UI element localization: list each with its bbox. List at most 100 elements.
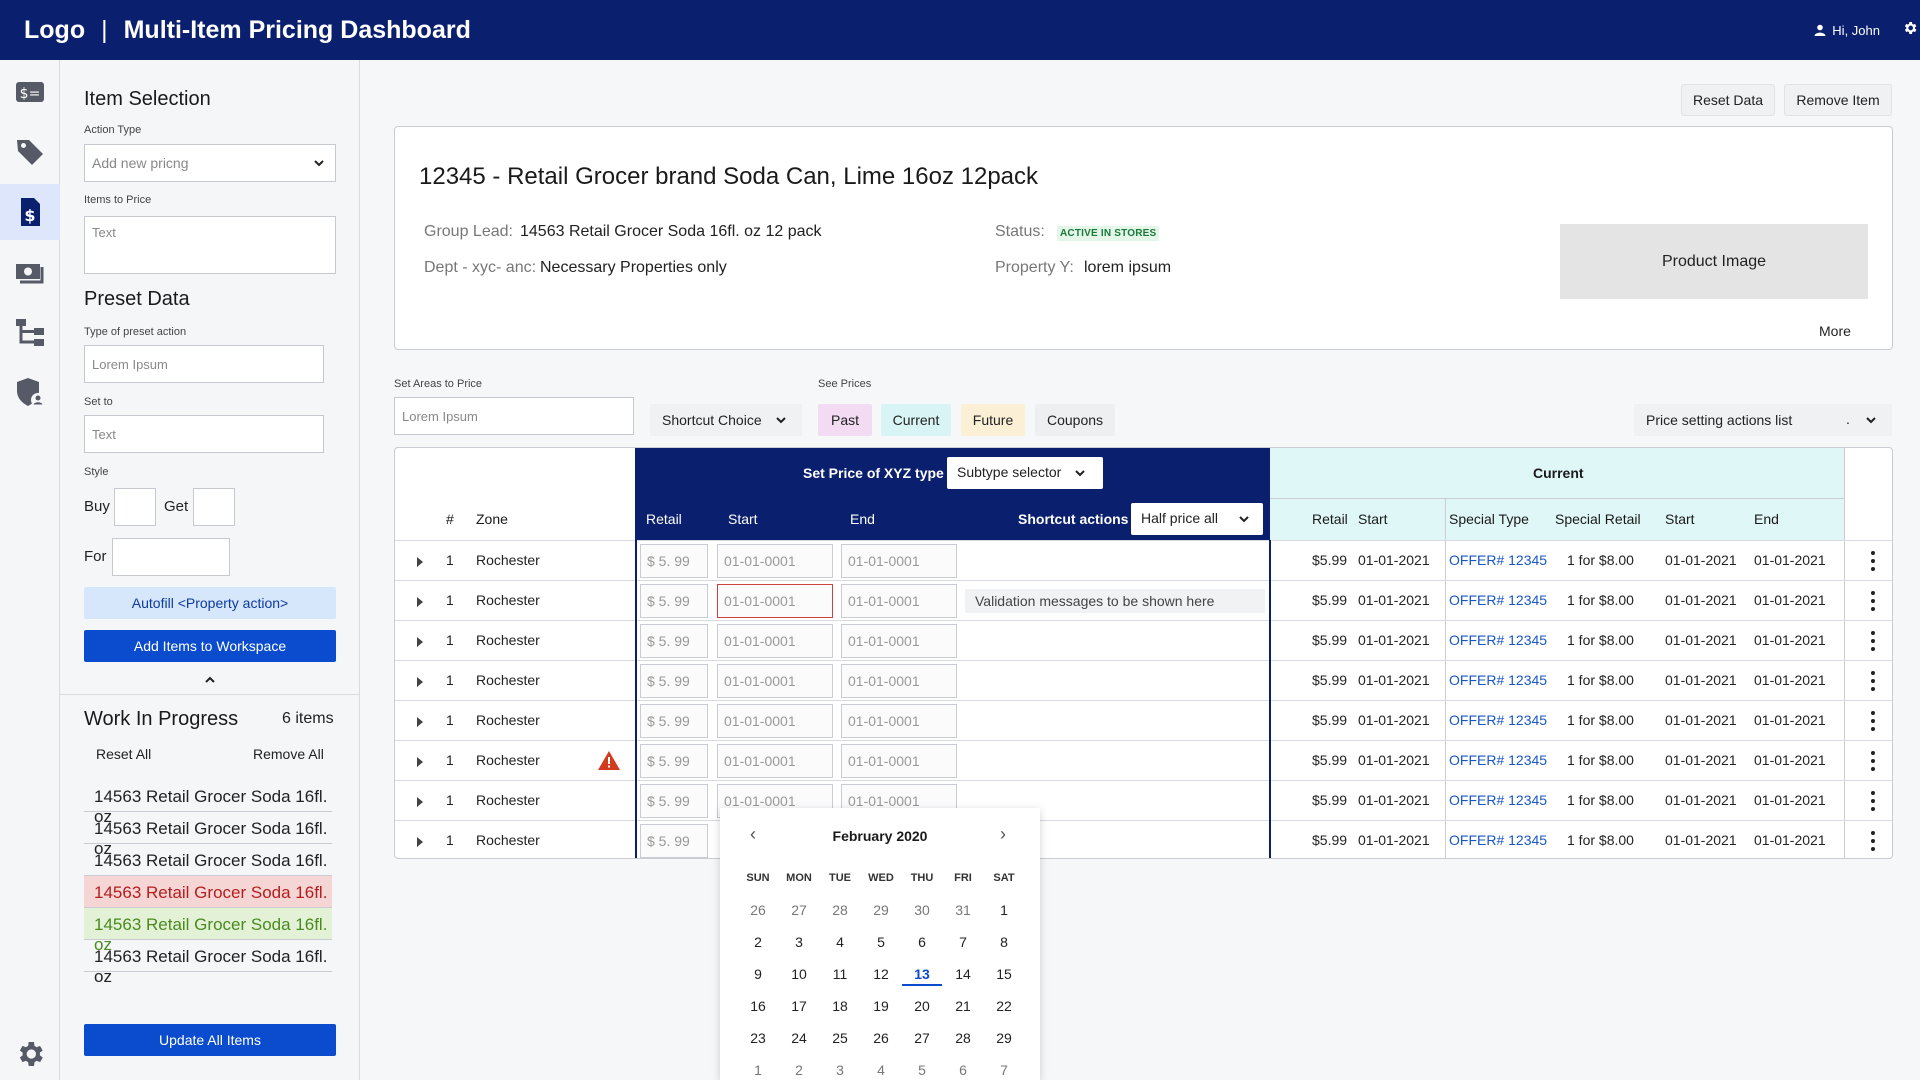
expand-icon[interactable] [417,837,423,847]
end-input[interactable]: 01-01-0001 [841,664,957,698]
retail-input[interactable]: $ 5. 99 [640,704,708,738]
offer-link[interactable]: OFFER# 12345 [1449,832,1547,848]
nav-pricing[interactable]: $ [0,184,60,240]
start-input[interactable]: 01-01-0001 [717,664,833,698]
calendar-day-today[interactable]: 13 [902,966,942,986]
expand-icon[interactable] [417,677,423,687]
kebab-menu-icon[interactable] [1871,631,1875,651]
items-to-price-input[interactable]: Text [84,216,336,274]
calendar-day[interactable]: 4 [861,1062,901,1078]
end-input[interactable]: 01-01-0001 [841,744,957,778]
offer-link[interactable]: OFFER# 12345 [1449,672,1547,688]
wip-item[interactable]: 14563 Retail Grocer Soda 16fl. oz [84,940,332,986]
wip-item[interactable]: 14563 Retail Grocer Soda 16fl. oz [84,780,332,826]
calendar-day[interactable]: 30 [902,902,942,918]
calendar-day[interactable]: 3 [820,1062,860,1078]
calendar-day[interactable]: 26 [738,902,778,918]
expand-icon[interactable] [417,557,423,567]
calendar-day[interactable]: 29 [984,1030,1024,1046]
more-link[interactable]: More [1819,323,1851,339]
offer-link[interactable]: OFFER# 12345 [1449,792,1547,808]
nav-settings[interactable] [0,1026,60,1080]
app-logo[interactable]: Logo [24,16,85,45]
start-input-error[interactable]: 01-01-0001 [717,584,833,618]
nav-hierarchy[interactable] [0,304,60,360]
calendar-day[interactable]: 5 [902,1062,942,1078]
start-input[interactable]: 01-01-0001 [717,544,833,578]
chevron-up-icon[interactable] [205,676,215,684]
preset-type-input[interactable]: Lorem Ipsum [84,345,324,383]
calendar-day[interactable]: 27 [902,1030,942,1046]
calendar-day[interactable]: 5 [861,934,901,950]
expand-icon[interactable] [417,637,423,647]
calendar-day[interactable]: 16 [738,998,778,1014]
start-input[interactable]: 01-01-0001 [717,704,833,738]
calendar-day[interactable]: 2 [738,934,778,950]
calendar-day[interactable]: 1 [984,902,1024,918]
expand-icon[interactable] [417,757,423,767]
chip-future[interactable]: Future [961,404,1025,436]
retail-input[interactable]: $ 5. 99 [640,544,708,578]
start-input[interactable]: 01-01-0001 [717,624,833,658]
calendar-day[interactable]: 28 [820,902,860,918]
calendar-day[interactable]: 3 [779,934,819,950]
end-input[interactable]: 01-01-0001 [841,704,957,738]
offer-link[interactable]: OFFER# 12345 [1449,552,1547,568]
kebab-menu-icon[interactable] [1871,791,1875,811]
nav-cash[interactable]: $= [0,64,60,120]
expand-icon[interactable] [417,797,423,807]
calendar-day[interactable]: 22 [984,998,1024,1014]
calendar-day[interactable]: 23 [738,1030,778,1046]
for-input[interactable] [112,538,230,576]
autofill-button[interactable]: Autofill <Property action> [84,587,336,619]
calendar-day[interactable]: 17 [779,998,819,1014]
calendar-day[interactable]: 4 [820,934,860,950]
remove-item-button[interactable]: Remove Item [1784,84,1892,116]
chip-past[interactable]: Past [818,404,872,436]
action-type-select[interactable]: Add new pricng [84,144,336,182]
retail-input[interactable]: $ 5. 99 [640,664,708,698]
calendar-day[interactable]: 20 [902,998,942,1014]
calendar-day[interactable]: 12 [861,966,901,982]
offer-link[interactable]: OFFER# 12345 [1449,752,1547,768]
retail-input[interactable]: $ 5. 99 [640,824,708,858]
wip-item[interactable]: 14563 Retail Grocer Soda 16fl. oz [84,844,332,890]
expand-icon[interactable] [417,597,423,607]
kebab-menu-icon[interactable] [1871,551,1875,571]
offer-link[interactable]: OFFER# 12345 [1449,592,1547,608]
calendar-day[interactable]: 7 [943,934,983,950]
offer-link[interactable]: OFFER# 12345 [1449,632,1547,648]
calendar-day[interactable]: 9 [738,966,778,982]
calendar-day[interactable]: 24 [779,1030,819,1046]
calendar-day[interactable]: 6 [943,1062,983,1078]
update-all-button[interactable]: Update All Items [84,1024,336,1056]
remove-all-button[interactable]: Remove All [253,746,324,762]
next-month-button[interactable]: › [1000,824,1006,845]
calendar-day[interactable]: 2 [779,1062,819,1078]
kebab-menu-icon[interactable] [1871,831,1875,851]
calendar-day[interactable]: 27 [779,902,819,918]
expand-icon[interactable] [417,717,423,727]
kebab-menu-icon[interactable] [1871,591,1875,611]
calendar-day[interactable]: 14 [943,966,983,982]
calendar-day[interactable]: 1 [738,1062,778,1078]
calendar-day[interactable]: 15 [984,966,1024,982]
chip-current[interactable]: Current [881,404,951,436]
end-input[interactable]: 01-01-0001 [841,544,957,578]
wip-item[interactable]: 14563 Retail Grocer Soda 16fl. oz [84,812,332,858]
kebab-menu-icon[interactable] [1871,711,1875,731]
nav-security[interactable] [0,364,60,420]
add-items-button[interactable]: Add Items to Workspace [84,630,336,662]
price-actions-select[interactable]: Price setting actions list . [1634,404,1892,436]
calendar-day[interactable]: 31 [943,902,983,918]
kebab-menu-icon[interactable] [1871,671,1875,691]
shortcut-choice-select[interactable]: Shortcut Choice [650,404,802,436]
half-price-select[interactable]: Half price all [1131,503,1263,535]
calendar-day[interactable]: 11 [820,966,860,982]
set-to-input[interactable]: Text [84,415,324,453]
reset-all-button[interactable]: Reset All [96,746,151,762]
wip-item-success[interactable]: 14563 Retail Grocer Soda 16fl. oz [84,908,332,954]
calendar-day[interactable]: 29 [861,902,901,918]
buy-input[interactable] [114,488,156,526]
calendar-day[interactable]: 28 [943,1030,983,1046]
